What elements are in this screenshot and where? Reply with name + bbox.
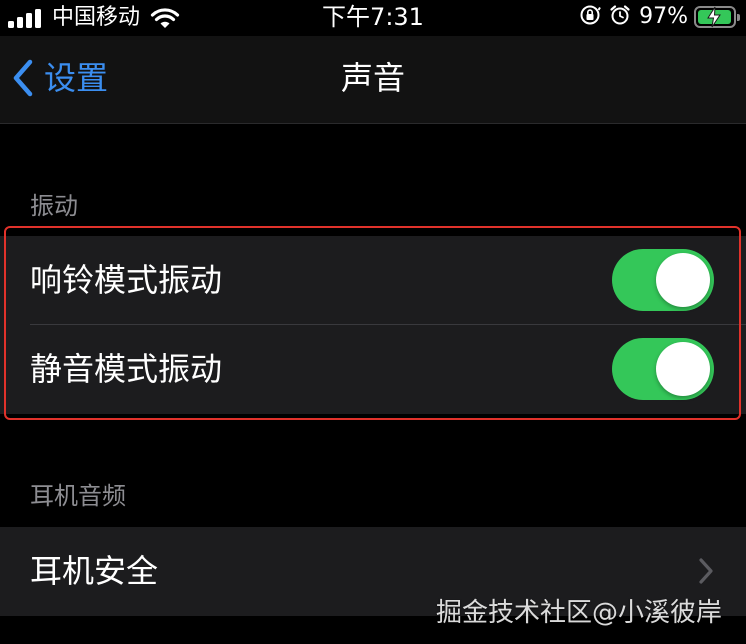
watermark: 掘金技术社区@小溪彼岸 (435, 598, 722, 628)
navigation-bar: 设置 声音 (0, 36, 746, 124)
toggle-knob (656, 342, 710, 396)
page-title: 声音 (340, 59, 405, 97)
battery-percent: 97% (639, 4, 688, 29)
status-bar-right: 97% (579, 3, 740, 31)
silent-vibrate-toggle[interactable] (612, 338, 714, 400)
row-label: 响铃模式振动 (30, 261, 223, 299)
ring-vibrate-toggle[interactable] (612, 249, 714, 311)
row-label: 静音模式振动 (30, 350, 223, 388)
vibration-group: 响铃模式振动 静音模式振动 (0, 236, 746, 414)
row-silent-vibrate: 静音模式振动 (0, 325, 746, 414)
chevron-right-icon (698, 557, 714, 585)
battery-cap (737, 14, 740, 21)
battery-charging-icon (694, 6, 740, 28)
section-header-vibration: 振动 (30, 192, 78, 220)
status-bar: 中国移动 下午7:31 97% (0, 0, 746, 36)
row-label: 耳机安全 (30, 552, 159, 590)
toggle-knob (656, 253, 710, 307)
orientation-lock-icon (579, 4, 601, 30)
row-ring-vibrate: 响铃模式振动 (0, 236, 746, 325)
alarm-icon (609, 4, 631, 30)
section-header-headphone-audio: 耳机音频 (30, 482, 126, 510)
charging-bolt-icon (707, 6, 721, 28)
